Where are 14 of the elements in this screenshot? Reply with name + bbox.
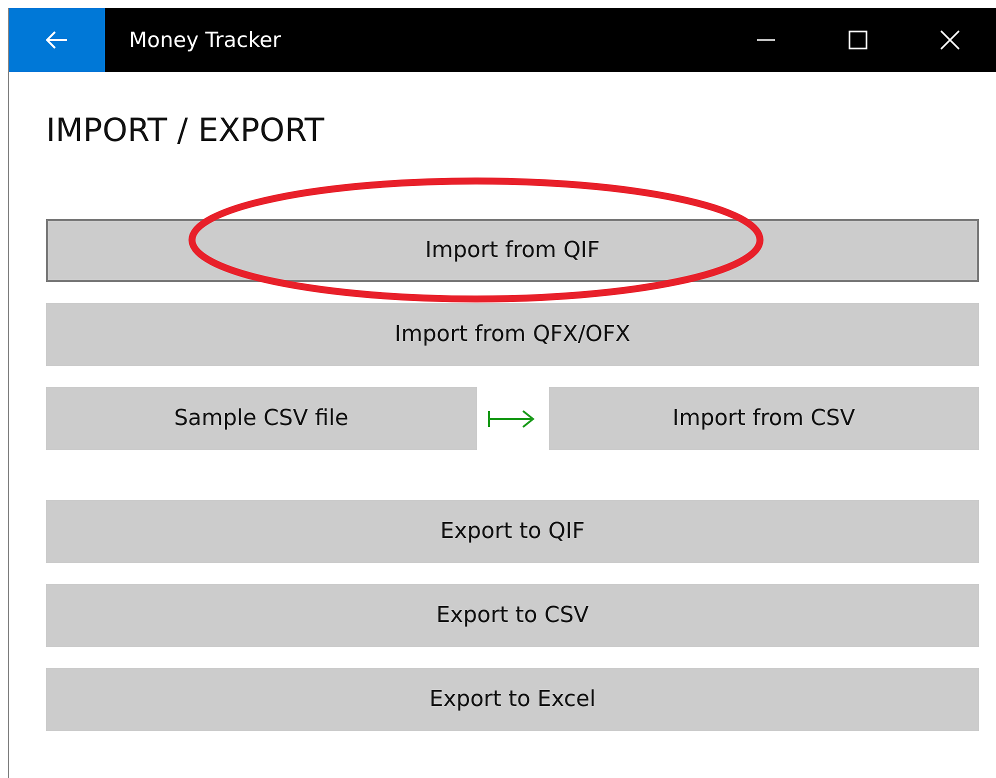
import-csv-button[interactable]: Import from CSV bbox=[548, 387, 979, 450]
export-button[interactable]: Export to CSV bbox=[46, 584, 979, 647]
export-button[interactable]: Export to Excel bbox=[46, 668, 979, 731]
back-arrow-icon bbox=[46, 31, 68, 49]
back-button[interactable] bbox=[9, 8, 105, 72]
import-button[interactable]: Import from QIF bbox=[46, 219, 979, 282]
window-title: Money Tracker bbox=[129, 28, 282, 52]
sample-csv-button[interactable]: Sample CSV file bbox=[46, 387, 476, 450]
export-button[interactable]: Export to QIF bbox=[46, 500, 979, 563]
import-button[interactable]: Import from QFX/OFX bbox=[46, 303, 979, 366]
page-title: IMPORT / EXPORT bbox=[46, 110, 326, 150]
close-icon bbox=[940, 30, 960, 50]
minimize-icon bbox=[756, 39, 776, 41]
maximize-icon bbox=[848, 30, 868, 50]
